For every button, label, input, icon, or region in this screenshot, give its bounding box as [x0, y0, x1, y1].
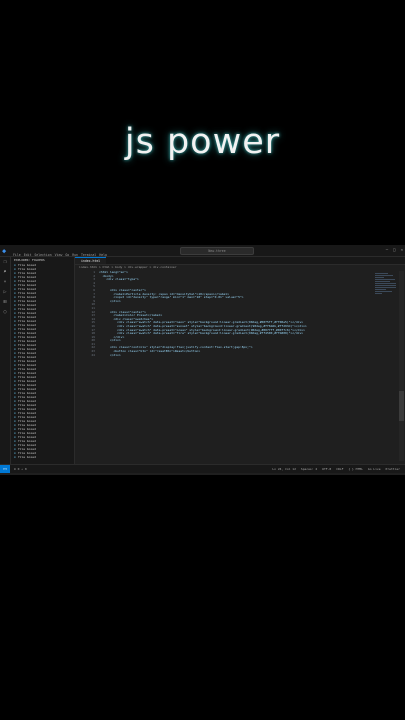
status-right: Ln 24, Col 12 Spaces: 2 UTF-8 CRLF { } HTML G…: [272, 467, 405, 471]
minimize-icon[interactable]: —: [386, 247, 388, 253]
tab-bar: index.html: [75, 257, 405, 265]
command-center-search[interactable]: New-three: [180, 247, 254, 255]
file-name: file boxed: [17, 455, 36, 459]
file-icon: ▪: [14, 455, 16, 459]
status-item[interactable]: Ln 24, Col 12: [272, 467, 295, 471]
vscode-logo-icon: ◆: [2, 246, 7, 255]
line-text: <div class="swatch" data-preset="fire" s…: [99, 331, 304, 336]
window-controls: — □ ✕: [381, 247, 403, 253]
line-text: <div class="type">: [99, 277, 139, 282]
code-line[interactable]: 24 </div>: [75, 352, 375, 358]
source-control-icon[interactable]: ⑂: [0, 277, 10, 287]
problems-indicator[interactable]: ⊗ 0 ⚠ 0: [14, 467, 27, 471]
remote-indicator[interactable]: ><: [0, 465, 10, 473]
title-bar: ◆ File Edit Selection View Go Run Terminal Help…: [0, 245, 405, 257]
status-item[interactable]: Prettier: [386, 467, 400, 471]
list-item[interactable]: ▪ file boxed: [11, 455, 74, 459]
account-icon[interactable]: ◯: [0, 307, 10, 317]
status-item[interactable]: Go Live: [368, 467, 381, 471]
status-item[interactable]: CRLF: [336, 467, 343, 471]
overlay-title: js power: [124, 122, 281, 162]
activity-bar: ❐ ⌕ ⑂ ▷ ⊞ ◯: [0, 257, 11, 464]
search-icon[interactable]: ⌕: [0, 267, 10, 277]
status-item[interactable]: { } HTML: [348, 467, 362, 471]
maximize-icon[interactable]: □: [393, 247, 395, 253]
status-item[interactable]: UTF-8: [322, 467, 331, 471]
extensions-icon[interactable]: ⊞: [0, 297, 10, 307]
scrollbar-thumb[interactable]: [399, 391, 404, 421]
code-editor[interactable]: 1 <html lang="en"> 2 <body> 3 <div class="t…: [75, 270, 375, 358]
editor-area: index.html index.html > html > body > di…: [75, 257, 405, 464]
run-icon[interactable]: ▷: [0, 287, 10, 297]
status-bar: >< ⊗ 0 ⚠ 0 Ln 24, Col 12 Spaces: 2 UTF-8 CR…: [0, 464, 405, 473]
line-text: </div>: [99, 298, 121, 303]
tab-index-html[interactable]: index.html: [75, 257, 107, 264]
close-icon[interactable]: ✕: [401, 247, 403, 253]
explorer-list: ▪ file boxed ▪ file boxed ▪ file boxed ▪ file b…: [11, 263, 74, 459]
explorer-sidebar: EXPLORER: FOLDERS ▪ file boxed ▪ file boxed…: [11, 257, 75, 464]
line-number: 24: [91, 352, 95, 357]
status-item[interactable]: Spaces: 2: [301, 467, 317, 471]
minimap[interactable]: [375, 273, 397, 333]
vscode-window: ◆ File Edit Selection View Go Run Terminal Help…: [0, 245, 405, 475]
line-text: </div>: [99, 338, 121, 343]
editor-scrollbar[interactable]: [399, 271, 404, 461]
line-text: </div>: [99, 352, 121, 357]
files-icon[interactable]: ❐: [0, 257, 10, 267]
